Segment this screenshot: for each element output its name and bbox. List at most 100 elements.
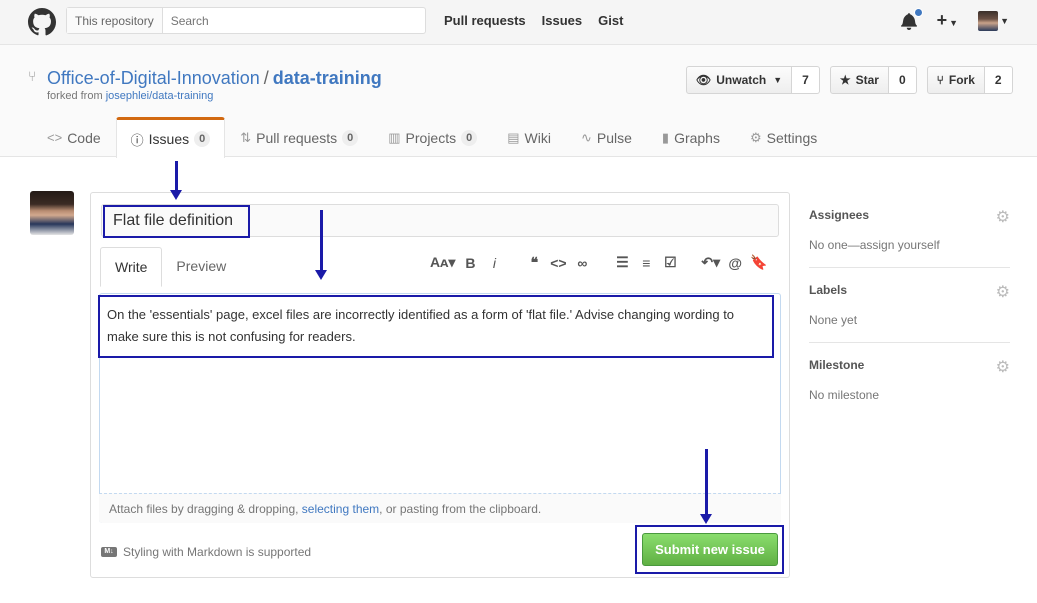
list-ordered-icon[interactable]: ≡ <box>637 255 655 271</box>
chevron-down-icon: ▼ <box>1000 15 1009 26</box>
gear-icon[interactable]: ⚙ <box>996 285 1010 301</box>
tab-issues-label: Issues <box>148 131 190 147</box>
tab-projects[interactable]: ▥ Projects 0 <box>373 117 492 157</box>
nav-gist[interactable]: Gist <box>598 13 623 28</box>
github-logo-icon[interactable] <box>28 8 56 36</box>
avatar <box>978 10 999 31</box>
attach-suffix: , or pasting from the clipboard. <box>379 502 542 516</box>
arrow-to-body-icon <box>315 210 327 280</box>
title-highlight-box <box>103 205 250 238</box>
forks-count[interactable]: 2 <box>984 66 1013 94</box>
avatar <box>30 191 74 235</box>
tasklist-icon[interactable]: ☑ <box>661 254 679 271</box>
forked-source-link[interactable]: josephlei/data-training <box>106 90 214 102</box>
repo-owner-link[interactable]: Office-of-Digital-Innovation <box>47 68 260 88</box>
attach-files-bar[interactable]: Attach files by dragging & dropping, sel… <box>99 493 781 523</box>
user-menu[interactable]: ▼ <box>978 10 1009 31</box>
tab-code-label: Code <box>67 129 101 146</box>
header-right: + ▼ ▼ <box>900 7 1009 31</box>
code-icon[interactable]: <> <box>549 255 567 271</box>
tab-pulse[interactable]: ∿ Pulse <box>566 117 647 157</box>
repo-header: ⑂ Office-of-Digital-Innovation / data-trai… <box>0 45 1037 158</box>
repo-title: Office-of-Digital-Innovation / data-traini… <box>47 68 382 89</box>
eye-icon: 👁 <box>696 73 712 87</box>
submit-highlight-box <box>635 525 784 574</box>
labels-value: None yet <box>809 313 858 327</box>
forked-from: forked from josephlei/data-training <box>47 90 213 102</box>
gear-icon[interactable]: ⚙ <box>996 210 1010 226</box>
tab-pull-requests[interactable]: ⇅ Pull requests 0 <box>225 117 373 157</box>
code-icon: <> <box>47 130 63 145</box>
tab-code[interactable]: <> Code <box>32 117 116 157</box>
create-new-menu[interactable]: + ▼ <box>937 10 958 31</box>
header-nav: Pull requests Issues Gist <box>444 13 623 28</box>
markdown-hint-label: Styling with Markdown is supported <box>123 545 312 559</box>
watchers-count[interactable]: 7 <box>792 66 820 94</box>
unwatch-button[interactable]: 👁 Unwatch ▼ <box>686 66 793 94</box>
assignees-heading[interactable]: Assignees <box>809 208 1010 222</box>
repo-name-link[interactable]: data-training <box>273 68 382 88</box>
milestone-value: No milestone <box>809 388 880 402</box>
list-unordered-icon[interactable]: ☰ <box>613 254 631 271</box>
star-button[interactable]: ★ Star <box>829 66 889 94</box>
nav-pull-requests[interactable]: Pull requests <box>444 13 526 28</box>
text-size-icon[interactable]: Aᴀ▾ <box>430 254 455 271</box>
tab-graphs-label: Graphs <box>674 129 720 146</box>
chevron-down-icon: ▼ <box>773 75 783 85</box>
search-input[interactable] <box>162 13 403 28</box>
issue-sidebar: Assignees ⚙ No one—assign yourself Label… <box>809 206 1010 432</box>
nav-issues[interactable]: Issues <box>542 13 582 28</box>
issues-counter: 0 <box>194 131 211 147</box>
tab-preview[interactable]: Preview <box>162 247 240 285</box>
assignees-section: Assignees ⚙ No one—assign yourself <box>809 208 1010 268</box>
tab-issues[interactable]: ⓘ Issues 0 <box>115 117 226 158</box>
site-header: This repository Pull requests Issues Gis… <box>0 0 1037 45</box>
fork-group: ⑂ Fork 2 <box>926 66 1013 94</box>
mention-icon[interactable]: @ <box>726 255 744 271</box>
labels-heading[interactable]: Labels <box>809 283 1010 297</box>
star-label: Star <box>855 73 879 87</box>
milestone-heading[interactable]: Milestone <box>809 358 1010 372</box>
tab-pulse-label: Pulse <box>596 129 632 146</box>
repo-actions: 👁 Unwatch ▼ 7 ★ Star 0 ⑂ Fork 2 <box>686 66 1013 94</box>
bookmark-icon[interactable]: 🔖 <box>750 254 768 271</box>
search-scope-label: This repository <box>67 8 163 33</box>
pull-requests-counter: 0 <box>342 129 359 146</box>
watch-group: 👁 Unwatch ▼ 7 <box>686 66 820 94</box>
bold-icon[interactable]: B <box>461 255 479 271</box>
repo-tabs: <> Code ⓘ Issues 0 ⇅ Pull requests 0 ▥ Project… <box>32 117 832 158</box>
notifications-bell-icon[interactable] <box>900 7 923 30</box>
reply-icon[interactable]: ↶▾ <box>701 254 720 271</box>
body-highlight-box <box>98 295 774 358</box>
star-icon: ★ <box>839 73 851 87</box>
graph-icon: ▮ <box>661 129 670 145</box>
markdown-icon: M↓ <box>101 547 117 557</box>
stars-count[interactable]: 0 <box>888 66 917 94</box>
plus-icon: + <box>936 10 948 30</box>
gear-icon[interactable]: ⚙ <box>996 360 1010 376</box>
markdown-hint[interactable]: M↓ Styling with Markdown is supported <box>101 545 311 559</box>
issue-opened-icon: ⓘ <box>130 132 144 148</box>
search-box[interactable]: This repository <box>66 7 426 34</box>
markdown-toolbar: Aᴀ▾ B i ❝ <> ∞ ☰ ≡ ☑ ↶▾ @ 🔖 <box>430 254 774 271</box>
chevron-down-icon: ▼ <box>949 18 959 28</box>
star-group: ★ Star 0 <box>829 66 917 94</box>
tab-wiki[interactable]: ▤ Wiki <box>492 117 566 157</box>
fork-button[interactable]: ⑂ Fork <box>926 66 985 94</box>
tab-settings[interactable]: ⚙ Settings <box>735 117 832 157</box>
tab-write[interactable]: Write <box>100 247 163 287</box>
link-icon[interactable]: ∞ <box>573 255 591 271</box>
projects-counter: 0 <box>461 129 478 146</box>
labels-section: Labels ⚙ None yet <box>809 283 1010 343</box>
assignees-value[interactable]: No one—assign yourself <box>809 238 1010 252</box>
tab-settings-label: Settings <box>766 129 818 146</box>
forked-prefix: forked from <box>47 90 106 102</box>
tab-graphs[interactable]: ▮ Graphs <box>647 117 735 157</box>
select-files-link[interactable]: selecting them <box>302 502 379 516</box>
gear-icon: ⚙ <box>749 129 762 145</box>
project-icon: ▥ <box>388 129 401 145</box>
italic-icon[interactable]: i <box>485 255 503 271</box>
tab-wiki-label: Wiki <box>524 129 551 146</box>
tab-pull-requests-label: Pull requests <box>256 129 338 146</box>
quote-icon[interactable]: ❝ <box>525 254 543 271</box>
